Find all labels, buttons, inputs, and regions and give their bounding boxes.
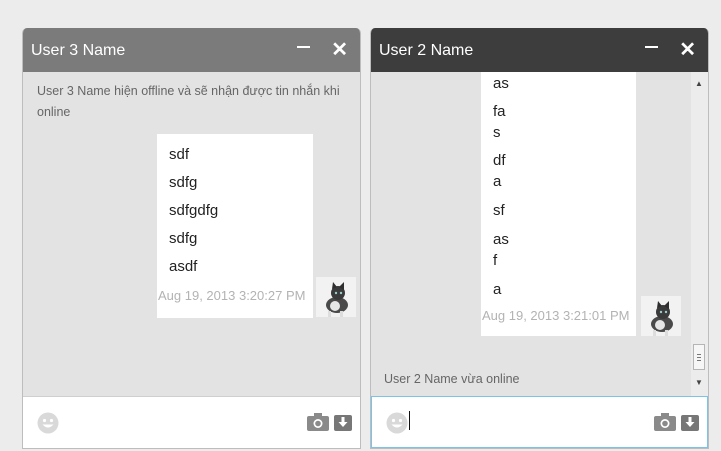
message-line: sf <box>493 202 505 219</box>
message-line: fa <box>493 103 506 120</box>
chat-title: User 2 Name <box>379 42 474 59</box>
chat-body: as fa s df a sf as f a Aug 19, 2013 3:21… <box>371 72 708 396</box>
camera-icon[interactable] <box>307 413 329 431</box>
message-line: s <box>493 124 501 141</box>
message-line: sdfgdfg <box>169 202 219 219</box>
message-timestamp: Aug 19, 2013 3:20:27 PM <box>158 288 306 303</box>
message-input-area[interactable] <box>371 396 708 448</box>
offline-notice: User 3 Name hiện offline và sẽ nhận được… <box>37 84 340 119</box>
file-upload-icon[interactable] <box>681 413 699 431</box>
scrollbar[interactable]: ▲ ▼ <box>691 72 708 396</box>
file-upload-icon[interactable] <box>334 413 352 431</box>
chat-window-user2: User 2 Name ✕ as fa s df a sf as f a Aug… <box>370 28 709 449</box>
minimize-button[interactable] <box>297 46 310 48</box>
scroll-down-arrow[interactable]: ▼ <box>695 378 703 387</box>
message-input-area[interactable] <box>23 396 360 448</box>
message-line: asdf <box>169 258 198 275</box>
scroll-up-arrow[interactable]: ▲ <box>695 79 703 88</box>
message-bubble: sdf sdfg sdfgdfg sdfg asdf Aug 19, 2013 … <box>157 134 313 318</box>
chat-window-user3: User 3 Name ✕ User 3 Name hiện offline v… <box>22 28 361 449</box>
message-line: a <box>493 173 502 190</box>
message-bubble: as fa s df a sf as f a Aug 19, 2013 3:21… <box>481 72 636 336</box>
smiley-icon[interactable] <box>37 412 59 434</box>
camera-icon[interactable] <box>654 413 676 431</box>
message-line: as <box>493 75 509 92</box>
chat-header[interactable]: User 3 Name ✕ <box>23 28 360 72</box>
close-button[interactable]: ✕ <box>679 39 696 61</box>
message-line: df <box>493 152 506 169</box>
smiley-icon[interactable] <box>386 412 408 434</box>
message-line: sdf <box>169 146 190 163</box>
minimize-button[interactable] <box>645 46 658 48</box>
message-line: a <box>493 281 502 298</box>
online-status-text: User 2 Name vừa online <box>384 372 520 386</box>
message-line: f <box>493 252 498 269</box>
message-line: sdfg <box>169 174 198 191</box>
chat-header[interactable]: User 2 Name ✕ <box>371 28 708 72</box>
message-line: as <box>493 231 509 248</box>
avatar <box>316 277 356 317</box>
close-button[interactable]: ✕ <box>331 39 348 61</box>
cat-avatar-icon <box>316 277 356 317</box>
cat-avatar-icon <box>641 296 681 336</box>
scrollbar-thumb[interactable] <box>693 344 705 370</box>
message-line: sdfg <box>169 230 198 247</box>
text-cursor <box>409 411 410 430</box>
avatar <box>641 296 681 336</box>
chat-body: User 3 Name hiện offline và sẽ nhận được… <box>23 72 360 396</box>
message-timestamp: Aug 19, 2013 3:21:01 PM <box>482 308 630 323</box>
chat-title: User 3 Name <box>31 42 126 59</box>
